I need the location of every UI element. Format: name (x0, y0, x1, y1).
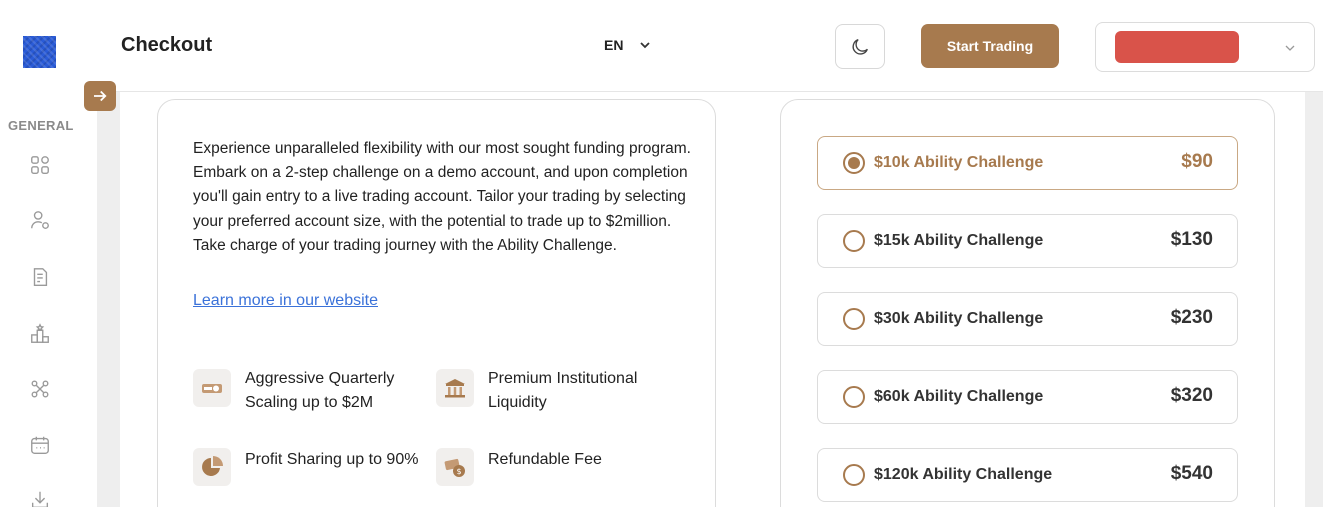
plan-price: $130 (1170, 229, 1213, 250)
account-dropdown[interactable] (1095, 22, 1315, 72)
bank-icon (436, 369, 474, 407)
document-icon[interactable] (28, 265, 52, 289)
sidebar: GENERAL (0, 0, 97, 507)
radio-button[interactable] (843, 230, 865, 252)
sidebar-heading: GENERAL (8, 118, 74, 133)
language-selector[interactable]: EN (604, 37, 651, 53)
plan-option[interactable]: $120k Ability Challenge $540 (817, 448, 1238, 502)
program-description: Experience unparalleled flexibility with… (193, 140, 691, 254)
plan-name: $30k Ability Challenge (874, 310, 1044, 327)
page-title: Checkout (121, 34, 213, 56)
plan-price: $540 (1170, 463, 1213, 484)
svg-text:$: $ (456, 467, 461, 476)
leaderboard-icon[interactable] (28, 322, 52, 346)
radio-button[interactable] (843, 386, 865, 408)
plan-option[interactable]: $10k Ability Challenge $90 (817, 136, 1238, 190)
radio-button[interactable] (843, 308, 865, 330)
plan-name: $15k Ability Challenge (874, 232, 1044, 249)
user-icon[interactable] (28, 208, 52, 232)
network-icon[interactable] (28, 377, 52, 401)
feature-item: Aggressive Quarterly Scaling up to $2M (193, 367, 415, 415)
feature-label: Premium Institutional Liquidity (488, 370, 638, 411)
dashboard-icon[interactable] (28, 153, 52, 177)
money-icon: $ (436, 448, 474, 486)
feature-item: $ Refundable Fee (436, 446, 668, 486)
feature-label: Profit Sharing up to 90% (245, 451, 419, 468)
plan-name: $10k Ability Challenge (874, 154, 1044, 171)
download-icon[interactable] (28, 488, 52, 507)
feature-item: Profit Sharing up to 90% (193, 446, 435, 486)
feature-label: Refundable Fee (488, 451, 602, 468)
plan-option[interactable]: $30k Ability Challenge $230 (817, 292, 1238, 346)
plan-price: $320 (1170, 385, 1213, 406)
redacted-account-name (1115, 31, 1239, 63)
radio-button[interactable] (843, 152, 865, 174)
moon-icon (852, 38, 868, 55)
pie-chart-icon (193, 448, 231, 486)
chevron-down-icon (1285, 45, 1295, 51)
theme-toggle-button[interactable] (835, 24, 885, 69)
language-label: EN (604, 37, 624, 53)
plan-name: $120k Ability Challenge (874, 466, 1053, 483)
plan-price: $90 (1181, 151, 1213, 172)
brand-logo[interactable] (23, 36, 56, 68)
plan-price: $230 (1170, 307, 1213, 328)
start-trading-button[interactable]: Start Trading (921, 24, 1059, 68)
plan-option[interactable]: $60k Ability Challenge $320 (817, 370, 1238, 424)
plan-name: $60k Ability Challenge (874, 388, 1044, 405)
calendar-icon[interactable] (28, 433, 52, 457)
chevron-down-icon (640, 42, 651, 49)
learn-more-link[interactable]: Learn more in our website (193, 292, 378, 310)
sidebar-toggle-button[interactable] (84, 81, 116, 111)
plan-option[interactable]: $15k Ability Challenge $130 (817, 214, 1238, 268)
scaling-icon (193, 369, 231, 407)
radio-button[interactable] (843, 464, 865, 486)
arrow-right-icon (94, 90, 107, 102)
feature-item: Premium Institutional Liquidity (436, 367, 668, 415)
feature-label: Aggressive Quarterly Scaling up to $2M (245, 370, 395, 411)
